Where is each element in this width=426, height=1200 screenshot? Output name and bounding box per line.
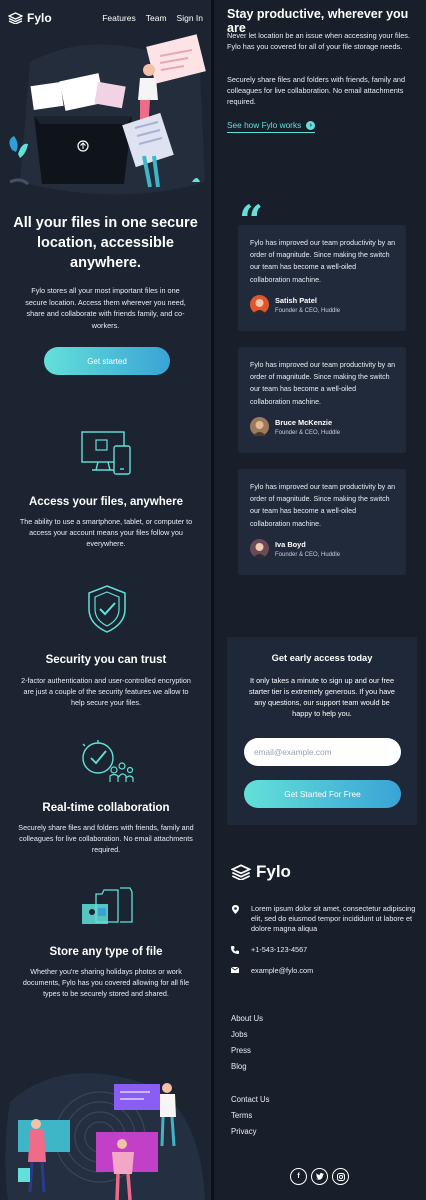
- testimonial-text: Fylo has improved our team productivity …: [250, 239, 396, 284]
- productive-paragraph-2: Securely share files and folders with fr…: [227, 75, 406, 106]
- feature-title-collaboration: Real-time collaboration: [42, 802, 170, 814]
- feature-text-store: Whether you're sharing holidays photos o…: [22, 967, 190, 998]
- nav-link-team[interactable]: Team: [146, 13, 167, 23]
- footer-link-press[interactable]: Press: [231, 1046, 251, 1055]
- location-icon: [231, 904, 239, 934]
- nav-link-signin[interactable]: Sign In: [177, 13, 203, 23]
- footer-email: example@fylo.com: [231, 966, 416, 976]
- collaboration-icon: [82, 740, 134, 782]
- early-access-title: Get early access today: [271, 653, 373, 663]
- feature-title-security: Security you can trust: [45, 654, 167, 666]
- footer-link-blog[interactable]: Blog: [231, 1062, 247, 1071]
- feature-title-store: Store any type of file: [49, 946, 163, 958]
- logo-text: Fylo: [27, 11, 52, 25]
- phone-icon: [231, 945, 239, 955]
- nav-link-features[interactable]: Features: [102, 13, 136, 23]
- testimonial-card: Fylo has improved our team productivity …: [238, 225, 406, 331]
- fylo-logo-icon: [231, 864, 251, 880]
- shield-check-icon: [88, 585, 126, 633]
- files-icon: [82, 887, 133, 924]
- get-started-button[interactable]: Get started: [44, 347, 170, 375]
- footer-link-terms[interactable]: Terms: [231, 1111, 252, 1120]
- productive-paragraph-1: Never let location be an issue when acce…: [227, 31, 410, 51]
- feature-text-access: The ability to use a smartphone, tablet,…: [19, 517, 193, 548]
- navbar: Fylo Features Team Sign In: [8, 10, 203, 26]
- avatar: [250, 295, 269, 314]
- hero-illustration: [9, 34, 206, 195]
- fylo-logo-icon: [8, 12, 23, 24]
- logo[interactable]: Fylo: [8, 11, 52, 25]
- testimonial-text: Fylo has improved our team productivity …: [250, 361, 396, 406]
- left-panel: Fylo Features Team Sign In All your file…: [0, 0, 211, 1200]
- hero-title: All your files in one secure location, a…: [13, 215, 198, 271]
- instagram-icon[interactable]: [332, 1168, 349, 1185]
- feature-text-collaboration: Securely share files and folders with fr…: [18, 823, 194, 854]
- avatar: [250, 417, 269, 436]
- avatar: [250, 539, 269, 558]
- testimonial-role: Founder & CEO, Huddle: [275, 430, 341, 436]
- footer-phone-text[interactable]: +1-543-123-4567: [251, 945, 307, 955]
- testimonial-role: Founder & CEO, Huddle: [275, 308, 341, 314]
- early-access-text: It only takes a minute to sign up and ou…: [248, 676, 395, 718]
- nav-links: Features Team Sign In: [102, 13, 203, 23]
- footer-address: Lorem ipsum dolor sit amet, consectetur …: [231, 904, 416, 934]
- hero-text: Fylo stores all your most important file…: [25, 286, 186, 330]
- testimonial-name: Satish Patel: [275, 296, 317, 305]
- testimonial-card: Fylo has improved our team productivity …: [238, 347, 406, 453]
- footer-logo[interactable]: Fylo: [231, 862, 291, 882]
- email-input[interactable]: [244, 738, 401, 766]
- testimonial-role: Founder & CEO, Huddle: [275, 552, 341, 558]
- early-access-box: Get early access today It only takes a m…: [227, 637, 417, 825]
- see-how-link-label: See how Fylo works: [227, 120, 302, 130]
- footer-link-privacy[interactable]: Privacy: [231, 1127, 257, 1136]
- footer-address-text: Lorem ipsum dolor sit amet, consectetur …: [251, 904, 416, 933]
- footer-link-about[interactable]: About Us: [231, 1014, 263, 1023]
- footer-logo-text: Fylo: [256, 862, 291, 881]
- feature-title-access: Access your files, anywhere: [28, 496, 184, 508]
- testimonial-name: Bruce McKenzie: [275, 418, 333, 427]
- testimonial-card: Fylo has improved our team productivity …: [238, 469, 406, 575]
- right-panel: Stay productive, wherever you are Never …: [214, 0, 426, 1200]
- arrow-right-icon: ›: [306, 120, 316, 130]
- team-illustration: [5, 1073, 205, 1200]
- facebook-icon[interactable]: f: [290, 1168, 307, 1185]
- footer-link-jobs[interactable]: Jobs: [231, 1030, 247, 1039]
- get-started-free-button[interactable]: Get Started For Free: [244, 780, 401, 808]
- footer-email-text[interactable]: example@fylo.com: [251, 966, 313, 976]
- mail-icon: [231, 966, 239, 976]
- footer-link-contact[interactable]: Contact Us: [231, 1095, 270, 1104]
- testimonial-text: Fylo has improved our team productivity …: [250, 483, 396, 528]
- testimonial-name: Iva Boyd: [275, 540, 306, 549]
- twitter-icon[interactable]: [311, 1168, 328, 1185]
- devices-icon: [81, 431, 131, 475]
- social-links: f: [290, 1168, 349, 1185]
- feature-text-security: 2-factor authentication and user-control…: [21, 676, 191, 707]
- see-how-link[interactable]: See how Fylo works ›: [227, 120, 316, 133]
- footer-phone: +1-543-123-4567: [231, 945, 416, 955]
